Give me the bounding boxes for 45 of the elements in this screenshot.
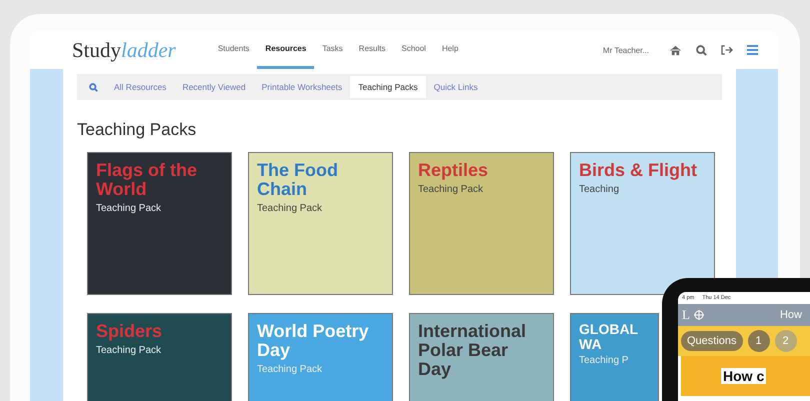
nav-tab[interactable]: School xyxy=(393,31,434,69)
card-title: World Poetry Day xyxy=(257,322,370,360)
resource-card[interactable]: International Polar Bear Day xyxy=(409,313,554,401)
search-icon[interactable] xyxy=(696,44,707,56)
card-subtitle: Teaching Pack xyxy=(257,202,324,214)
card-title: Reptiles xyxy=(418,161,490,180)
resource-card[interactable]: Spiders Teaching Pack xyxy=(87,313,232,401)
card-title: Spiders xyxy=(96,322,164,341)
search-icon[interactable] xyxy=(89,82,98,92)
card-subtitle: Teaching P xyxy=(579,355,630,366)
nav-tab[interactable]: Students xyxy=(210,31,258,69)
question-number-button[interactable]: 1 xyxy=(748,330,770,352)
subnav-tab[interactable]: Quick Links xyxy=(426,76,486,98)
subnav-tab[interactable]: Recently Viewed xyxy=(174,76,254,98)
card-title: GLOBAL WA xyxy=(579,322,639,352)
card-subtitle: Teaching Pack xyxy=(96,344,162,356)
resource-card[interactable]: GLOBAL WA Teaching P xyxy=(570,313,659,401)
questions-button[interactable]: Questions xyxy=(681,331,743,351)
card-subtitle: Teaching xyxy=(579,184,620,195)
nav-tab[interactable]: Results xyxy=(350,31,394,69)
nav-tab[interactable]: Help xyxy=(434,31,466,69)
card-title: International Polar Bear Day xyxy=(418,322,528,379)
crosshair-icon[interactable] xyxy=(694,310,704,320)
question-heading: How c xyxy=(721,368,766,384)
resource-card[interactable]: The Food Chain Teaching Pack xyxy=(248,152,393,295)
nav-tab[interactable]: Tasks xyxy=(314,31,351,69)
user-name[interactable]: Mr Teacher... xyxy=(602,46,649,54)
page-heading: Teaching Packs xyxy=(77,120,198,140)
home-icon[interactable] xyxy=(669,44,682,56)
card-subtitle: Teaching Pack xyxy=(418,184,484,195)
subnav-tab[interactable]: All Resources xyxy=(106,76,174,98)
card-subtitle: Teaching Pack xyxy=(96,202,162,214)
resource-card[interactable]: Birds & Flight Teaching xyxy=(570,152,715,295)
card-title: The Food Chain xyxy=(257,161,339,199)
card-title: Flags of the World xyxy=(96,161,198,199)
sign-out-icon[interactable] xyxy=(721,45,733,55)
subnav-tab[interactable]: Teaching Packs xyxy=(350,76,426,98)
card-subtitle: Teaching Pack xyxy=(257,364,324,375)
card-title: Birds & Flight xyxy=(579,161,698,180)
resource-card[interactable]: Reptiles Teaching Pack xyxy=(409,152,554,295)
subnav-tab[interactable]: Printable Worksheets xyxy=(254,76,350,98)
resource-card[interactable]: Flags of the World Teaching Pack xyxy=(87,152,232,295)
menu-icon[interactable] xyxy=(747,45,758,55)
app-title: How xyxy=(780,309,802,321)
studyladder-logo[interactable]: Studyladder xyxy=(72,38,176,62)
